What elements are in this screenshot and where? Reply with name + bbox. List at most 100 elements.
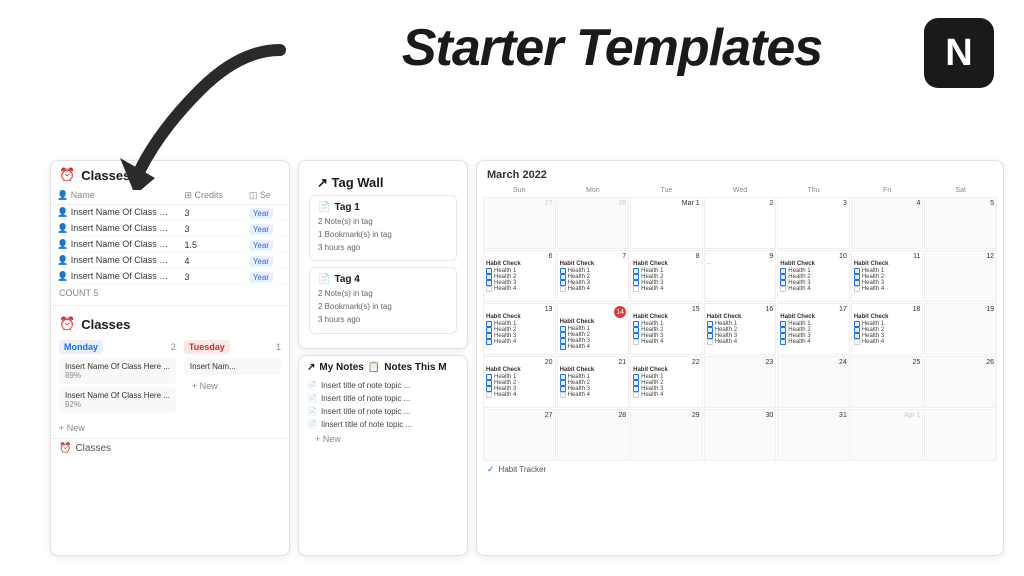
add-new-button[interactable]: + New <box>184 378 281 394</box>
tuesday-header: Tuesday 1 <box>184 340 281 354</box>
habit-block: Habit Check Health 1 Health 2 Health 3 H… <box>854 261 921 292</box>
cal-cell: 2 <box>704 197 777 249</box>
monday-col: Monday 2 Insert Name Of Class Here ... 8… <box>59 340 176 416</box>
habit-block: Habit Check Health 1 Health 2 Health 3 H… <box>560 261 627 292</box>
cell-sem: Year <box>243 269 289 285</box>
add-new-board[interactable]: + New <box>51 420 289 436</box>
board-columns: Monday 2 Insert Name Of Class Here ... 8… <box>59 340 281 416</box>
cal-cell: 17 Habit Check Health 1 Health 2 Health … <box>777 303 850 355</box>
tag-meta-4: 2 Note(s) in tag 2 Bookmark(s) in tag 3 … <box>318 288 448 326</box>
tag-title-4: 📄 Tag 4 <box>318 274 448 285</box>
habit-item: Health 4 <box>780 339 847 345</box>
cell-credits: 3 <box>178 205 242 221</box>
cal-cell: 24 <box>777 356 850 408</box>
person-icon: 👤 <box>57 255 68 265</box>
tag-meta-1: 2 Note(s) in tag 1 Bookmark(s) in tag 3 … <box>318 216 448 254</box>
cal-cell-today: 14 Habit Check Health 1 Health 2 Health … <box>557 303 630 355</box>
board-card: Insert Nam... <box>184 358 281 375</box>
panels-area: ⏰ Classes 👤 Name ⊞ Credits ◫ Se 👤 Insert <box>50 160 1004 556</box>
page-title-area: Starter Templates <box>300 20 924 77</box>
board-card: Insert Name Of Class Here ... 89% <box>59 358 176 384</box>
habit-item: Health 4 <box>854 286 921 292</box>
doc-icon3: 📄 <box>307 381 317 390</box>
notes-add-new[interactable]: + New <box>307 431 459 447</box>
cal-cell: 30 <box>704 409 777 461</box>
habit-item: Health 4 <box>633 339 700 345</box>
cal-cell: 28 <box>557 197 630 249</box>
habit-block: Habit Check Health 1 Health 2 Health 3 H… <box>707 314 774 345</box>
cell-name: 👤 Insert Name Of Class Here .... <box>51 221 178 237</box>
card-name: Insert Name Of Class Here ... <box>65 362 170 371</box>
my-notes-header: ↗ My Notes 📋 Notes This M <box>307 362 459 373</box>
doc-icon4: 📄 <box>307 394 317 403</box>
habit-block: Habit Check Health 1 Health 2 Health 3 H… <box>560 367 627 398</box>
cal-cell: 16 Habit Check Health 1 Health 2 Health … <box>704 303 777 355</box>
main-title: Starter Templates <box>300 20 924 77</box>
cal-cell: Apr 1 <box>851 409 924 461</box>
cal-cell <box>924 409 997 461</box>
cal-cell: 3 <box>777 197 850 249</box>
classes-table: 👤 Name ⊞ Credits ◫ Se 👤 Insert Name Of C… <box>51 187 289 285</box>
board-card: Insert Name Of Class Here ... 92% <box>59 387 176 413</box>
day-thu: Thu <box>777 185 850 196</box>
person-icon: 👤 <box>57 190 68 200</box>
habit-item: Health 4 <box>780 286 847 292</box>
cal-cell: 22 Habit Check Health 1 Health 2 Health … <box>630 356 703 408</box>
tag-card-4: 📄 Tag 4 2 Note(s) in tag 2 Bookmark(s) i… <box>309 267 457 333</box>
cell-sem: Year <box>243 221 289 237</box>
cal-cell: 9-- <box>704 250 777 302</box>
cell-name: 👤 Insert Name Of Class Here .... <box>51 269 178 285</box>
my-notes-panel: ↗ My Notes 📋 Notes This M 📄 Insert title… <box>298 355 468 556</box>
habit-item: Health 4 <box>560 286 627 292</box>
cal-cell: 15 Habit Check Health 1 Health 2 Health … <box>630 303 703 355</box>
day-sun: Sun <box>483 185 556 196</box>
habit-block: Habit Check Health 1 Health 2 Health 3 H… <box>854 314 921 345</box>
tuesday-label: Tuesday <box>184 340 230 354</box>
classes-footer: ⏰ Classes <box>51 438 289 458</box>
cal-cell: 8 Habit Check Health 1 Health 2 Health 3… <box>630 250 703 302</box>
monday-header: Monday 2 <box>59 340 176 354</box>
day-wed: Wed <box>704 185 777 196</box>
person-icon: 👤 <box>57 271 68 281</box>
cal-cell: 23 <box>704 356 777 408</box>
person-icon: 👤 <box>57 239 68 249</box>
habit-block: Habit Check Health 1 Health 2 Health 3 H… <box>780 314 847 345</box>
cal-cell: 31 <box>777 409 850 461</box>
cal-cell: 13 Habit Check Health 1 Health 2 Health … <box>483 303 556 355</box>
left-panel: ⏰ Classes 👤 Name ⊞ Credits ◫ Se 👤 Insert <box>50 160 290 556</box>
table-row: 👤 Insert Name Of Class Here .... 3 Year <box>51 269 289 285</box>
person-icon: 👤 <box>57 207 68 217</box>
table-row: 👤 Insert Name Of Class Here .... 1.5 Yea… <box>51 237 289 253</box>
day-sat: Sat <box>924 185 997 196</box>
person-icon: 👤 <box>57 223 68 233</box>
cal-cell: 21 Habit Check Health 1 Health 2 Health … <box>557 356 630 408</box>
cal-cell: 12 <box>924 250 997 302</box>
checkmark-icon: ✓ <box>487 464 495 475</box>
note-item-1: 📄 Insert title of note topic ... <box>307 379 459 392</box>
habit-block: Habit Check Health 1 Health 2 Health 3 H… <box>633 314 700 345</box>
board-view: Monday 2 Insert Name Of Class Here ... 8… <box>51 336 289 420</box>
card-name: Insert Nam... <box>190 362 275 371</box>
table-row: 👤 Insert Name Of Class Here .... 4 Year <box>51 253 289 269</box>
divider <box>51 305 289 306</box>
habit-item: Health 4 <box>633 392 700 398</box>
cal-cell: 5 <box>924 197 997 249</box>
habit-item: Health 4 <box>560 392 627 398</box>
cal-cell: Mar 1 <box>630 197 703 249</box>
tag-title-1: 📄 Tag 1 <box>318 202 448 213</box>
monday-label: Monday <box>59 340 103 354</box>
cal-cell: 4 <box>851 197 924 249</box>
calendar-footer: ✓ Habit Tracker <box>483 461 997 476</box>
tuesday-count: 1 <box>276 342 281 352</box>
habit-item: Health 4 <box>560 344 627 350</box>
doc-icon5: 📄 <box>307 407 317 416</box>
cal-cell: 11 Habit Check Health 1 Health 2 Health … <box>851 250 924 302</box>
cal-cell: 27 <box>483 409 556 461</box>
cal-cell: 29 <box>630 409 703 461</box>
notes-icon: 📋 <box>368 362 380 373</box>
cal-cell: 19 <box>924 303 997 355</box>
habit-item: Health 4 <box>486 286 553 292</box>
habit-item: Health 4 <box>707 339 774 345</box>
doc-icon6: 📄 <box>307 420 317 429</box>
cal-cell: 25 <box>851 356 924 408</box>
